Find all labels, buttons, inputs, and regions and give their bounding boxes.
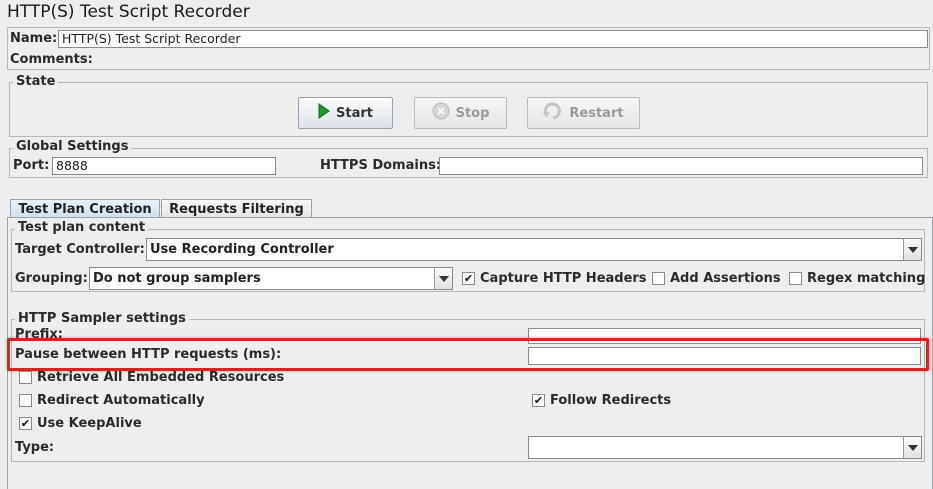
redirect-automatically-label: Redirect Automatically (37, 393, 205, 408)
stop-icon (432, 102, 450, 124)
http-sampler-settings-legend: HTTP Sampler settings (15, 311, 189, 326)
highlight-box (7, 338, 929, 371)
play-icon (318, 103, 330, 123)
start-button[interactable]: Start (298, 97, 393, 129)
grouping-value: Do not group samplers (93, 271, 261, 286)
https-domains-input[interactable] (439, 157, 923, 175)
comments-label: Comments: (10, 52, 93, 67)
redirect-automatically-checkbox[interactable]: Redirect Automatically (19, 393, 205, 408)
global-settings-legend: Global Settings (13, 139, 132, 154)
add-assertions-label: Add Assertions (670, 271, 781, 286)
port-input[interactable]: 8888 (52, 157, 276, 175)
check-icon[interactable]: ✔ (19, 417, 32, 430)
type-label: Type: (15, 440, 55, 455)
stop-button[interactable]: Stop (414, 97, 507, 129)
tab-test-plan-creation[interactable]: Test Plan Creation (10, 199, 160, 218)
name-label: Name: (10, 31, 58, 46)
comments-input[interactable] (88, 51, 928, 68)
target-controller-value: Use Recording Controller (150, 242, 334, 257)
start-button-label: Start (336, 105, 373, 121)
regex-matching-label: Regex matching (807, 271, 926, 286)
stop-button-label: Stop (455, 105, 490, 121)
capture-headers-checkbox[interactable]: ✔ Capture HTTP Headers (462, 271, 647, 286)
follow-redirects-checkbox[interactable]: ✔ Follow Redirects (532, 393, 671, 408)
add-assertions-checkbox[interactable]: Add Assertions (652, 271, 781, 286)
grouping-select[interactable]: Do not group samplers (89, 267, 453, 290)
target-controller-label: Target Controller: (15, 242, 145, 257)
checkbox-box[interactable] (19, 371, 32, 384)
https-domains-label: HTTPS Domains: (320, 158, 442, 173)
target-controller-select[interactable]: Use Recording Controller (146, 238, 922, 261)
restart-button-label: Restart (569, 105, 624, 121)
capture-headers-label: Capture HTTP Headers (480, 271, 647, 286)
chevron-down-icon[interactable] (434, 268, 452, 289)
grouping-label: Grouping: (15, 271, 88, 286)
type-value (529, 437, 903, 458)
checkbox-box[interactable] (789, 272, 802, 285)
chevron-down-icon[interactable] (903, 239, 921, 260)
checkbox-box[interactable] (652, 272, 665, 285)
tab-label: Test Plan Creation (18, 201, 152, 217)
use-keepalive-label: Use KeepAlive (37, 416, 142, 431)
checkbox-box[interactable] (19, 394, 32, 407)
window-title: HTTP(S) Test Script Recorder (7, 2, 250, 22)
chevron-down-icon[interactable] (903, 437, 921, 458)
type-select[interactable] (528, 436, 922, 459)
name-input[interactable]: HTTP(S) Test Script Recorder (58, 30, 928, 48)
restart-button[interactable]: Restart (527, 97, 640, 129)
use-keepalive-checkbox[interactable]: ✔ Use KeepAlive (19, 416, 142, 431)
follow-redirects-label: Follow Redirects (550, 393, 672, 408)
retrieve-embedded-label: Retrieve All Embedded Resources (37, 370, 285, 385)
check-icon[interactable]: ✔ (532, 394, 545, 407)
state-legend: State (13, 74, 59, 89)
restart-icon (543, 102, 563, 124)
tab-label: Requests Filtering (169, 201, 304, 217)
tab-requests-filtering[interactable]: Requests Filtering (161, 199, 312, 218)
port-label: Port: (13, 158, 50, 173)
check-icon[interactable]: ✔ (462, 272, 475, 285)
test-plan-content-legend: Test plan content (15, 220, 149, 235)
retrieve-embedded-checkbox[interactable]: Retrieve All Embedded Resources (19, 370, 284, 385)
regex-matching-checkbox[interactable]: Regex matching (789, 271, 925, 286)
